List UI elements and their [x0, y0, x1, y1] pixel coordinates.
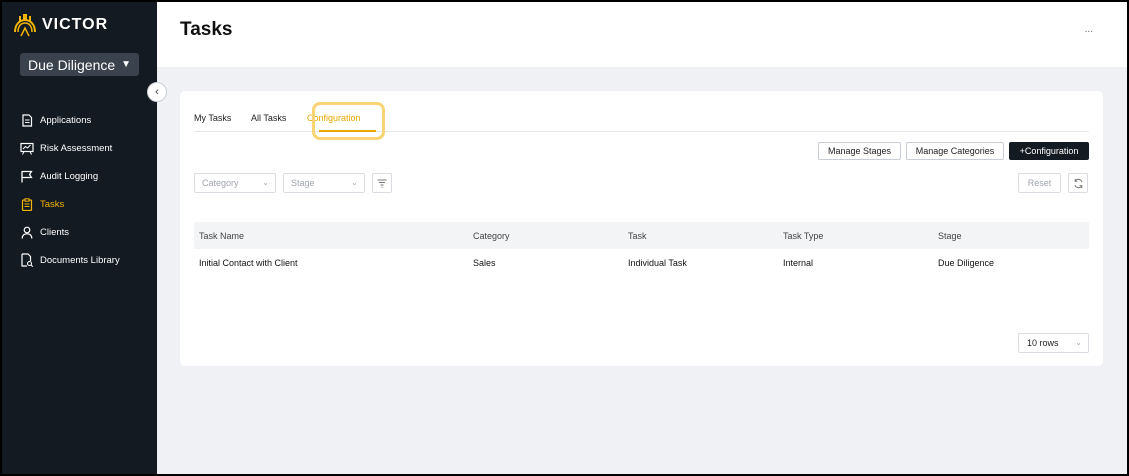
- tasks-table: Task Name Category Task Task Type Stage …: [194, 222, 1089, 277]
- category-filter[interactable]: Category ⌄: [194, 173, 276, 193]
- stage-filter[interactable]: Stage ⌄: [283, 173, 365, 193]
- logo[interactable]: VICTOR: [12, 12, 108, 38]
- reset-button[interactable]: Reset: [1018, 173, 1061, 193]
- document-icon: [20, 113, 34, 127]
- document-search-icon: [20, 253, 34, 267]
- sidebar-item-label: Applications: [40, 114, 92, 126]
- sidebar-item-label: Tasks: [40, 198, 65, 210]
- chevron-down-icon: ⌄: [351, 178, 358, 187]
- cell-task: Individual Task: [628, 258, 687, 268]
- tab-highlight-outline: [312, 102, 385, 140]
- sidebar-item-tasks[interactable]: Tasks: [2, 190, 157, 218]
- sidebar-item-label: Clients: [40, 226, 70, 238]
- rows-per-page-label: 10 rows: [1027, 338, 1059, 348]
- sidebar-item-label: Documents Library: [40, 254, 120, 266]
- collapse-sidebar-button[interactable]: ‹: [147, 82, 167, 102]
- refresh-icon: [1074, 178, 1082, 188]
- cell-task-name: Initial Contact with Client: [199, 258, 298, 268]
- flag-icon: [20, 169, 34, 183]
- user-icon: [20, 225, 34, 239]
- category-filter-placeholder: Category: [202, 178, 239, 188]
- clipboard-icon: [20, 197, 34, 211]
- column-header-task-type[interactable]: Task Type: [783, 231, 823, 241]
- sidebar-item-label: Risk Assessment: [40, 142, 113, 154]
- column-header-task[interactable]: Task: [628, 231, 647, 241]
- sidebar-item-applications[interactable]: Applications: [2, 106, 157, 134]
- chevron-down-icon: ⌄: [262, 178, 269, 187]
- table-header: Task Name Category Task Task Type Stage: [194, 222, 1089, 249]
- tab-all-tasks[interactable]: All Tasks: [251, 113, 286, 123]
- column-header-category[interactable]: Category: [473, 231, 510, 241]
- manage-categories-button[interactable]: Manage Categories: [906, 142, 1004, 160]
- tab-my-tasks[interactable]: My Tasks: [194, 113, 231, 123]
- manage-stages-button[interactable]: Manage Stages: [818, 142, 901, 160]
- tasks-card: My Tasks All Tasks Configuration Manage …: [180, 91, 1103, 366]
- column-header-stage[interactable]: Stage: [938, 231, 962, 241]
- tab-bar: My Tasks All Tasks Configuration: [194, 102, 1089, 140]
- sidebar-item-clients[interactable]: Clients: [2, 218, 157, 246]
- chart-board-icon: [20, 141, 34, 155]
- chevron-down-icon: ⌄: [1075, 338, 1082, 347]
- sidebar-item-label: Audit Logging: [40, 170, 99, 182]
- table-row[interactable]: Initial Contact with Client Sales Indivi…: [194, 249, 1089, 277]
- logo-icon: [14, 14, 36, 37]
- column-header-task-name[interactable]: Task Name: [199, 231, 244, 241]
- cell-category: Sales: [473, 258, 496, 268]
- stage-filter-placeholder: Stage: [291, 178, 315, 188]
- main-content: Tasks ... My Tasks All Tasks Configurati…: [157, 2, 1127, 474]
- workspace-label: Due Diligence: [28, 56, 116, 73]
- sidebar: VICTOR Due Diligence ▼ Applications Risk…: [2, 2, 157, 474]
- filter-icon: [377, 179, 387, 188]
- add-configuration-button[interactable]: +Configuration: [1009, 142, 1089, 160]
- filter-button[interactable]: [372, 173, 392, 193]
- caret-down-icon: ▼: [121, 59, 132, 70]
- sidebar-nav: Applications Risk Assessment Audit Loggi…: [2, 106, 157, 274]
- page-header: Tasks ...: [157, 2, 1127, 67]
- sidebar-item-audit-logging[interactable]: Audit Logging: [2, 162, 157, 190]
- sidebar-item-documents-library[interactable]: Documents Library: [2, 246, 157, 274]
- workspace-selector[interactable]: Due Diligence ▼: [20, 53, 139, 76]
- more-options-icon[interactable]: ...: [1085, 24, 1093, 35]
- refresh-button[interactable]: [1068, 173, 1088, 193]
- logo-text: VICTOR: [42, 16, 109, 33]
- sidebar-item-risk-assessment[interactable]: Risk Assessment: [2, 134, 157, 162]
- chevron-left-icon: ‹: [155, 86, 159, 98]
- page-title: Tasks: [180, 19, 233, 40]
- rows-per-page-select[interactable]: 10 rows ⌄: [1018, 333, 1089, 353]
- cell-stage: Due Diligence: [938, 258, 995, 268]
- cell-task-type: Internal: [783, 258, 814, 268]
- app-frame: VICTOR Due Diligence ▼ Applications Risk…: [2, 2, 1127, 474]
